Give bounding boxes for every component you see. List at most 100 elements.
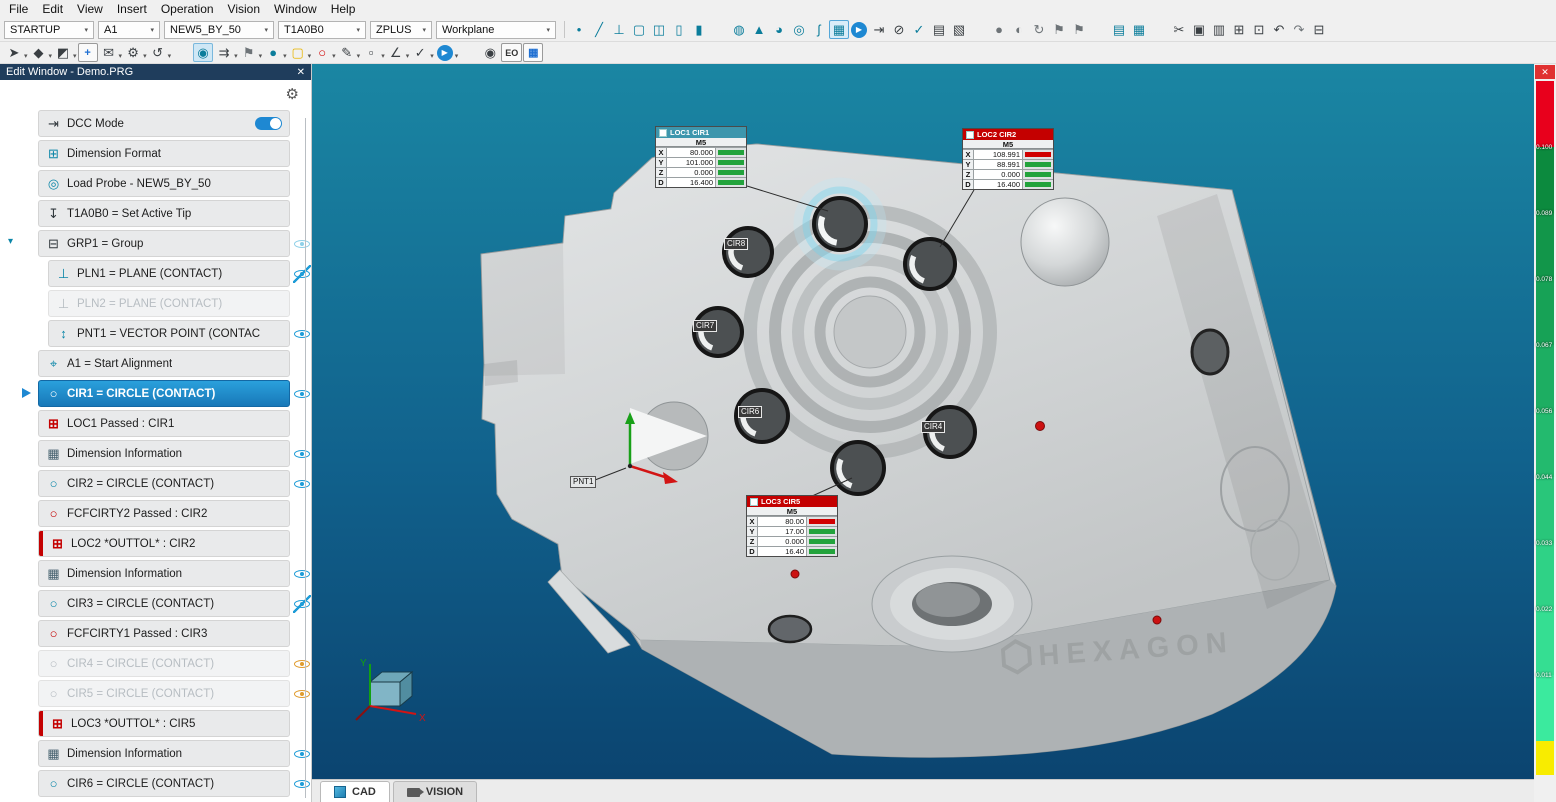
visibility-eye-icon[interactable] bbox=[293, 595, 311, 613]
command-button[interactable]: ⊞ LOC3 *OUTTOL* : CIR5 bbox=[38, 710, 290, 737]
gage-settings-icon[interactable]: ⚙ bbox=[123, 43, 143, 62]
tree-row[interactable]: ○ CIR2 = CIRCLE (CONTACT) bbox=[0, 470, 311, 497]
command-button[interactable]: ▦ Dimension Information bbox=[38, 440, 290, 467]
command-button[interactable]: ◎ Load Probe - NEW5_BY_50 bbox=[38, 170, 290, 197]
chevron-down-icon[interactable]: ▾ bbox=[455, 52, 459, 60]
rounded-slot-icon[interactable]: ▢ bbox=[629, 20, 649, 39]
tree-row[interactable]: ○ CIR1 = CIRCLE (CONTACT) bbox=[0, 380, 311, 407]
perpendicular-icon[interactable]: ⊥ bbox=[609, 20, 629, 39]
visibility-eye-icon[interactable] bbox=[293, 655, 311, 673]
visibility-eye-icon[interactable] bbox=[293, 235, 311, 253]
menu-file[interactable]: File bbox=[2, 1, 35, 17]
sphere-clip-icon[interactable]: ◐ bbox=[1009, 20, 1029, 39]
close-scale-button[interactable]: ✕ bbox=[1535, 65, 1555, 79]
chevron-down-icon[interactable]: ▾ bbox=[430, 52, 434, 60]
toolbar-separator[interactable] bbox=[172, 43, 192, 62]
chevron-down-icon[interactable]: ▾ bbox=[234, 52, 238, 60]
tree-row[interactable]: ○ FCFCIRTY1 Passed : CIR3 bbox=[0, 620, 311, 647]
command-button[interactable]: ⊥ PLN2 = PLANE (CONTACT) bbox=[48, 290, 290, 317]
hole-cir8[interactable] bbox=[724, 228, 772, 276]
cut-icon[interactable]: ✂ bbox=[1169, 20, 1189, 39]
undo-icon[interactable]: ↶ bbox=[1269, 20, 1289, 39]
visibility-eye-icon[interactable] bbox=[293, 325, 311, 343]
tree-row[interactable]: ⊥ PLN1 = PLANE (CONTACT) bbox=[0, 260, 311, 287]
point-icon[interactable]: • bbox=[569, 20, 589, 39]
report-table-icon[interactable]: ▦ bbox=[1129, 20, 1149, 39]
tree-row[interactable]: ⊞ LOC1 Passed : CIR1 bbox=[0, 410, 311, 437]
cone-icon[interactable]: ▲ bbox=[749, 20, 769, 39]
graphics-viewport[interactable]: Y X HEXAGON CIR8 CIR7 CI bbox=[312, 64, 1534, 779]
tree-row[interactable]: ▦ Dimension Information bbox=[0, 560, 311, 587]
select-pointer-icon[interactable]: ➤ bbox=[4, 43, 24, 62]
bookmark-icon[interactable]: ⚑ bbox=[1049, 20, 1069, 39]
probe-combo[interactable]: NEW5_BY_50▾ bbox=[164, 21, 274, 39]
tree-row[interactable]: ○ CIR4 = CIRCLE (CONTACT) bbox=[0, 650, 311, 677]
tree-row[interactable]: ⊞ LOC2 *OUTTOL* : CIR2 bbox=[0, 530, 311, 557]
report-delete-icon[interactable]: ▧ bbox=[949, 20, 969, 39]
filled-rect-icon[interactable]: ▮ bbox=[689, 20, 709, 39]
tree-row[interactable]: ▦ Dimension Information bbox=[0, 440, 311, 467]
probe-cube-icon[interactable]: ◩ bbox=[53, 43, 73, 62]
tree-row[interactable]: ⇥ DCC Mode bbox=[0, 110, 311, 137]
command-button[interactable]: ○ FCFCIRTY1 Passed : CIR3 bbox=[38, 620, 290, 647]
square-slot-icon[interactable]: ◫ bbox=[649, 20, 669, 39]
command-button[interactable]: ↧ T1A0B0 = Set Active Tip bbox=[38, 200, 290, 227]
view-cube[interactable]: Y X bbox=[356, 658, 426, 724]
execute-feature-icon[interactable]: ▶ bbox=[437, 45, 453, 61]
tree-row[interactable]: ↕ PNT1 = VECTOR POINT (CONTAC bbox=[0, 320, 311, 347]
command-button[interactable]: ○ CIR2 = CIRCLE (CONTACT) bbox=[38, 470, 290, 497]
gear-icon[interactable]: ⚙ bbox=[286, 85, 299, 103]
quick-feature-icon[interactable]: ▦ bbox=[829, 20, 849, 39]
visibility-eye-icon[interactable] bbox=[293, 775, 311, 793]
pencil-point-icon[interactable]: ✎ bbox=[337, 43, 357, 62]
menu-view[interactable]: View bbox=[70, 1, 110, 17]
visibility-eye-icon[interactable] bbox=[293, 475, 311, 493]
command-button[interactable]: ○ CIR4 = CIRCLE (CONTACT) bbox=[38, 650, 290, 677]
tree-row[interactable]: ▦ Dimension Information bbox=[0, 740, 311, 767]
menu-window[interactable]: Window bbox=[267, 1, 324, 17]
tree-row[interactable]: ↧ T1A0B0 = Set Active Tip bbox=[0, 200, 311, 227]
command-button[interactable]: ⇥ DCC Mode bbox=[38, 110, 290, 137]
command-button[interactable]: ↕ PNT1 = VECTOR POINT (CONTAC bbox=[48, 320, 290, 347]
angle-icon[interactable]: ∠ bbox=[386, 43, 406, 62]
sphere-icon[interactable]: ◕ bbox=[769, 20, 789, 39]
chevron-down-icon[interactable]: ▾ bbox=[119, 52, 123, 60]
print-icon[interactable]: ⊟ bbox=[1309, 20, 1329, 39]
menu-insert[interactable]: Insert bbox=[110, 1, 154, 17]
toolbar-separator[interactable] bbox=[969, 20, 989, 39]
chevron-down-icon[interactable]: ▾ bbox=[332, 52, 336, 60]
tree-row[interactable]: ○ CIR5 = CIRCLE (CONTACT) bbox=[0, 680, 311, 707]
bookmark-alt-icon[interactable]: ⚑ bbox=[1069, 20, 1089, 39]
workplane-axis-combo[interactable]: ZPLUS▾ bbox=[370, 21, 432, 39]
tree-row[interactable]: ⊞ Dimension Format bbox=[0, 140, 311, 167]
grid-view-button[interactable]: ▦ bbox=[523, 43, 543, 62]
hole-cir7[interactable] bbox=[694, 308, 742, 356]
camera-icon[interactable]: ◉ bbox=[480, 43, 500, 62]
box-select-icon[interactable]: ▫ bbox=[361, 43, 381, 62]
measure-feature-icon[interactable]: ⇥ bbox=[869, 20, 889, 39]
tree-row[interactable]: ○ FCFCIRTY2 Passed : CIR2 bbox=[0, 500, 311, 527]
visibility-eye-icon[interactable] bbox=[293, 685, 311, 703]
chevron-down-icon[interactable]: ▾ bbox=[168, 52, 172, 60]
toolbar-separator[interactable] bbox=[709, 20, 729, 39]
cylinder-icon[interactable]: ◍ bbox=[729, 20, 749, 39]
close-icon[interactable]: ✕ bbox=[297, 67, 305, 78]
dcc-mode-toggle[interactable] bbox=[255, 117, 282, 130]
toolbar-separator[interactable] bbox=[459, 43, 479, 62]
chevron-down-icon[interactable]: ▾ bbox=[308, 52, 312, 60]
command-button[interactable]: ○ CIR3 = CIRCLE (CONTACT) bbox=[38, 590, 290, 617]
menu-vision[interactable]: Vision bbox=[221, 1, 267, 17]
command-button[interactable]: ⊥ PLN1 = PLANE (CONTACT) bbox=[48, 260, 290, 287]
command-button[interactable]: ○ CIR1 = CIRCLE (CONTACT) bbox=[38, 380, 290, 407]
command-button[interactable]: ○ FCFCIRTY2 Passed : CIR2 bbox=[38, 500, 290, 527]
translate-mode-icon[interactable]: ◆ bbox=[29, 43, 49, 62]
chevron-down-icon[interactable]: ▾ bbox=[24, 52, 28, 60]
visibility-eye-icon[interactable] bbox=[293, 385, 311, 403]
tab-vision[interactable]: VISION bbox=[393, 781, 477, 802]
probe-flag-icon[interactable]: ⚑ bbox=[239, 43, 259, 62]
visibility-eye-icon[interactable] bbox=[293, 265, 311, 283]
tab-cad[interactable]: CAD bbox=[320, 781, 390, 802]
menu-operation[interactable]: Operation bbox=[154, 1, 221, 17]
chevron-down-icon[interactable]: ▾ bbox=[259, 52, 263, 60]
circle-arrow-icon[interactable]: ↻ bbox=[1029, 20, 1049, 39]
